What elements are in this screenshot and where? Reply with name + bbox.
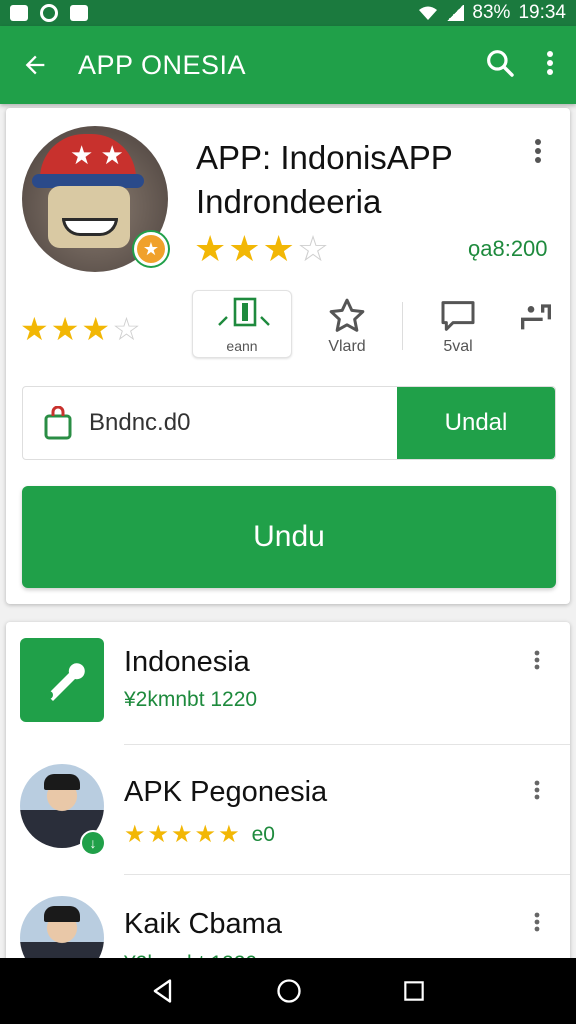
list-item[interactable]: ↓ APK Pegonesia ★★★★★ e0: [6, 752, 570, 882]
app-detail-card: ★ ★ ★ APP: IndonisAPP Indrondeeria ★★★☆ …: [6, 108, 570, 604]
app-thumbnail: [20, 638, 104, 722]
editor-badge-icon: ★: [134, 232, 168, 266]
nav-back-button[interactable]: [149, 977, 177, 1005]
install-field-row: Bndnc.d0 Undal: [22, 386, 556, 460]
app-bar-actions: [484, 47, 576, 84]
list-item-meta: e0: [251, 822, 275, 846]
overflow-menu-button[interactable]: [546, 50, 554, 81]
star-outline-icon: [329, 298, 365, 332]
list-item[interactable]: Indonesia ¥2kmnbt 1220: [6, 622, 570, 752]
list-item-price: ¥2kmnbt 1220: [124, 688, 258, 711]
back-arrow-icon: [25, 55, 45, 75]
notification-icon: [10, 5, 28, 21]
reviews-stat[interactable]: 5val: [438, 296, 478, 356]
rating-stars: ★★★☆: [20, 311, 143, 347]
list-item-more-button[interactable]: [534, 912, 540, 937]
comment-icon: [441, 301, 475, 331]
app-bar: APP ONESIA: [0, 26, 576, 104]
more-vert-icon: [534, 780, 540, 800]
clock: 19:34: [518, 2, 566, 23]
nav-recents-button[interactable]: [401, 978, 427, 1004]
primary-install-button[interactable]: Undu: [22, 486, 556, 588]
list-item-more-button[interactable]: [534, 650, 540, 675]
more-vert-icon: [547, 50, 553, 75]
share-icon: [521, 304, 551, 330]
install-field[interactable]: Bndnc.d0: [23, 387, 397, 459]
list-item-rating-row: ★★★★★ e0: [124, 820, 275, 849]
downloads-stat-label: eann: [226, 338, 258, 354]
app-bar-title: APP ONESIA: [78, 49, 247, 80]
stat-divider: [402, 302, 403, 350]
more-vert-icon: [535, 139, 541, 163]
hat-star-icon: ★ ★: [70, 140, 124, 170]
wishlist-stat[interactable]: Vlard: [326, 296, 368, 356]
install-field-value: Bndnc.d0: [89, 409, 191, 436]
image-icon: [70, 5, 88, 21]
wrench-icon: [45, 663, 85, 701]
nav-recents-icon: [404, 981, 424, 1001]
more-vert-icon: [534, 912, 540, 932]
package-icon: [44, 406, 72, 440]
status-bar: 83% 19:34: [0, 0, 576, 26]
list-item-name: APK Pegonesia: [124, 776, 328, 808]
system-nav-bar: [0, 958, 576, 1024]
nav-home-icon: [277, 979, 301, 1003]
list-item-rating-stars: ★★★★★: [124, 821, 242, 848]
face-shape: [48, 186, 130, 248]
list-item-name: Indonesia: [124, 646, 250, 678]
app-more-button[interactable]: [534, 138, 542, 169]
list-item-more-button[interactable]: [534, 780, 540, 805]
person-hair-shape: [44, 906, 80, 922]
person-hair-shape: [44, 774, 80, 790]
more-vert-icon: [534, 650, 540, 670]
installed-badge-icon: ↓: [80, 830, 106, 856]
status-right: 83% 19:34: [418, 2, 566, 24]
back-button[interactable]: [0, 51, 70, 79]
battery-level: 83%: [472, 2, 511, 23]
wifi-icon: [419, 6, 438, 20]
field-action-button[interactable]: Undal: [397, 387, 555, 459]
list-divider: [124, 874, 570, 875]
status-left: [10, 4, 88, 22]
search-button[interactable]: [484, 47, 516, 84]
app-title: APP: IndonisAPP Indrondeeria: [196, 139, 453, 220]
sync-icon: [40, 4, 58, 22]
reviews-stat-label: 5val: [443, 338, 473, 355]
signal-icon: [446, 5, 465, 21]
list-item[interactable]: Kaik Cbama ¥2kmnbt 1220: [6, 882, 570, 962]
download-graph-icon: [193, 295, 291, 338]
related-apps-list: Indonesia ¥2kmnbt 1220 ↓ APK Pegonesia ★…: [6, 622, 570, 962]
app-rating-stars: ★★★☆: [194, 228, 332, 269]
list-item-name: Kaik Cbama: [124, 908, 282, 940]
stats-row: ★★★☆ eann Vlard 5val: [6, 288, 570, 368]
search-icon: [487, 49, 514, 77]
list-divider: [124, 744, 570, 745]
nav-back-icon: [153, 979, 172, 1003]
app-thumbnail: [20, 896, 104, 962]
downloads-stat-box[interactable]: eann: [192, 290, 292, 358]
share-stat[interactable]: [516, 296, 556, 338]
wishlist-stat-label: Vlard: [328, 338, 366, 355]
app-price: ǫa8:200: [468, 236, 548, 261]
nav-home-button[interactable]: [275, 977, 303, 1005]
